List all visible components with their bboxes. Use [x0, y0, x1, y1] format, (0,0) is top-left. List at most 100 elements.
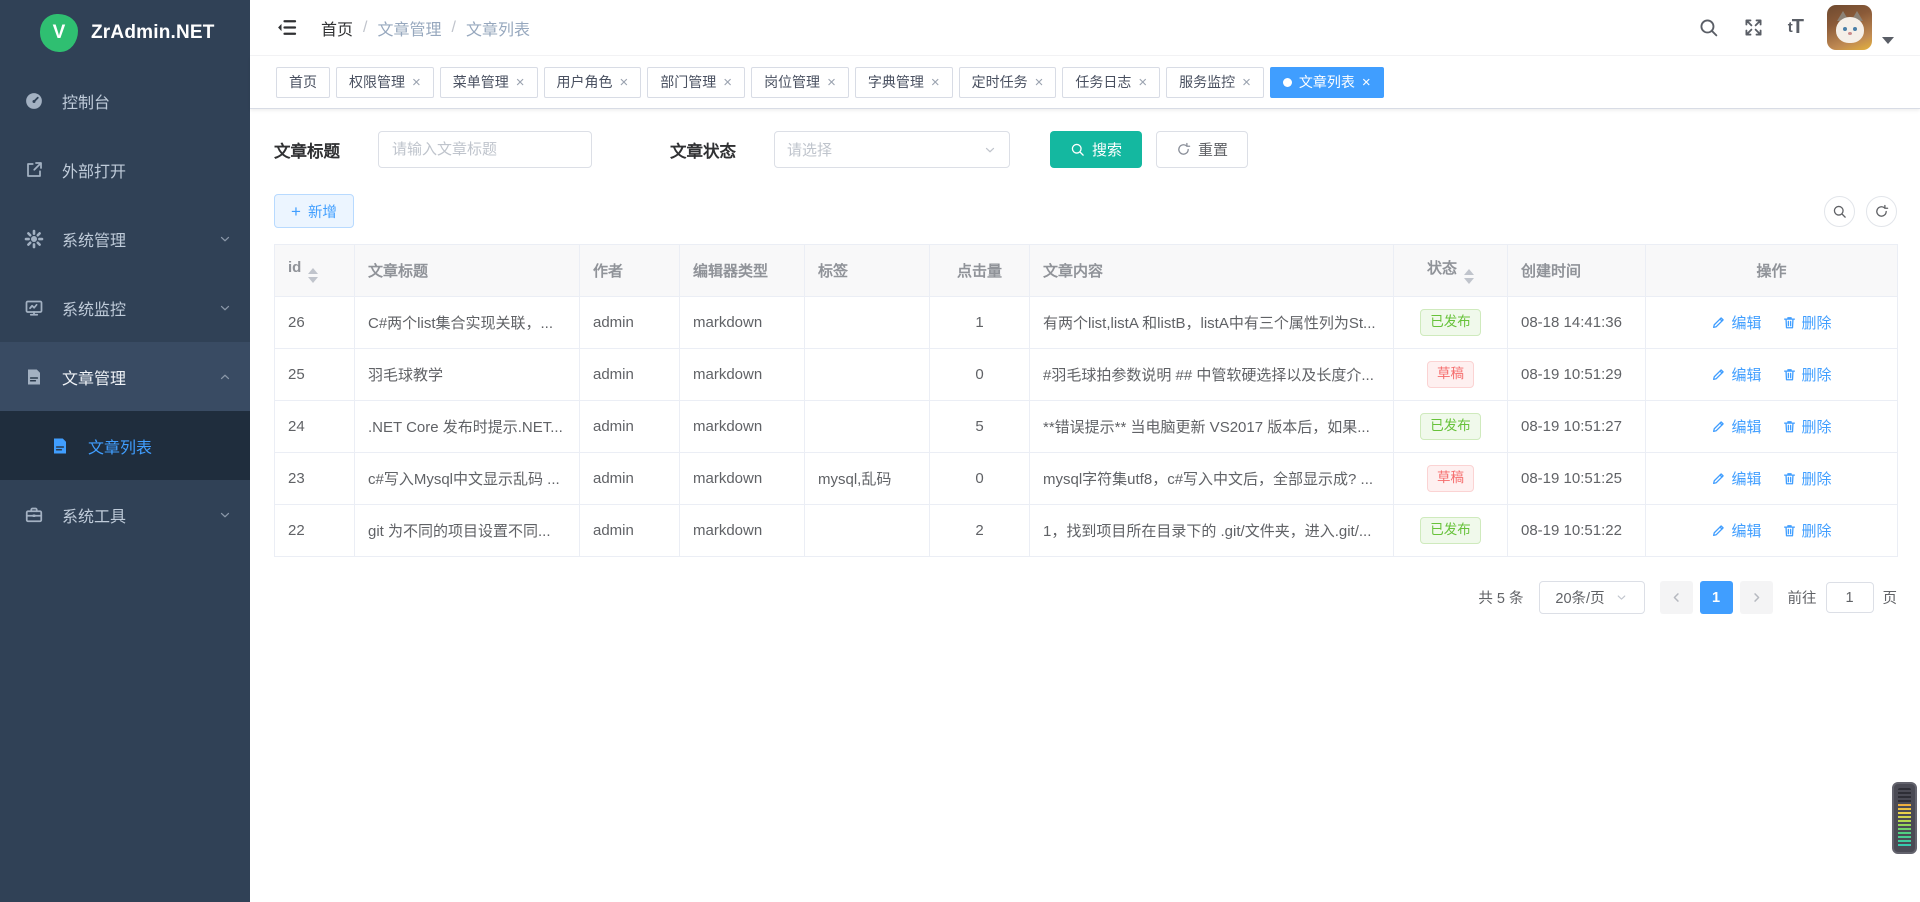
edit-link[interactable]: 编辑 — [1711, 312, 1761, 333]
page-suffix: 页 — [1883, 587, 1898, 608]
prev-page-button[interactable] — [1660, 581, 1693, 614]
tab-任务日志[interactable]: 任务日志× — [1062, 67, 1160, 98]
title-filter-input[interactable] — [378, 131, 592, 168]
dashboard-icon — [24, 91, 44, 111]
cell-tags — [805, 505, 930, 557]
pager: 1 — [1660, 581, 1773, 614]
tab-权限管理[interactable]: 权限管理× — [336, 67, 434, 98]
tab-首页[interactable]: 首页 — [276, 67, 330, 98]
status-filter-select[interactable]: 请选择 — [774, 131, 1010, 168]
document-icon — [24, 367, 44, 387]
delete-link[interactable]: 删除 — [1782, 312, 1832, 333]
sort-carets-icon[interactable] — [308, 268, 318, 283]
cell-id: 25 — [275, 349, 355, 401]
app-logo[interactable]: V ZrAdmin.NET — [0, 0, 250, 66]
user-avatar — [1827, 5, 1872, 50]
sort-carets-icon[interactable] — [1464, 269, 1474, 284]
tab-用户角色[interactable]: 用户角色× — [544, 67, 642, 98]
cell-id: 26 — [275, 297, 355, 349]
close-tab-icon[interactable]: × — [1035, 75, 1044, 90]
delete-link[interactable]: 删除 — [1782, 468, 1832, 489]
tab-服务监控[interactable]: 服务监控× — [1166, 67, 1264, 98]
reset-button[interactable]: 重置 — [1156, 131, 1248, 168]
close-tab-icon[interactable]: × — [1138, 75, 1147, 90]
delete-icon — [1782, 315, 1797, 330]
refresh-icon — [1874, 204, 1889, 219]
tab-菜单管理[interactable]: 菜单管理× — [440, 67, 538, 98]
sidebar-toggle-button[interactable] — [276, 17, 297, 38]
search-icon — [1698, 17, 1719, 38]
column-header-label: 编辑器类型 — [693, 263, 768, 280]
breadcrumb-item[interactable]: 文章管理 — [377, 16, 441, 40]
page-size-select[interactable]: 20条/页 — [1539, 581, 1645, 614]
breadcrumb-item[interactable]: 文章列表 — [466, 16, 530, 40]
table-search-toggle-button[interactable] — [1824, 196, 1855, 227]
sidebar-item-article-admin[interactable]: 文章管理 — [0, 342, 250, 411]
breadcrumb-separator: / — [363, 19, 367, 37]
delete-link[interactable]: 删除 — [1782, 416, 1832, 437]
column-header-文章内容: 文章内容 — [1030, 245, 1394, 297]
cell-editor: markdown — [680, 297, 805, 349]
chevron-left-icon — [1670, 591, 1683, 604]
sidebar-item-article-list[interactable]: 文章列表 — [0, 411, 250, 480]
chevron-down-icon — [218, 301, 232, 315]
sidebar-item-external[interactable]: 外部打开 — [0, 135, 250, 204]
header-search-button[interactable] — [1698, 17, 1719, 38]
search-button[interactable]: 搜索 — [1050, 131, 1142, 168]
column-header-label: 点击量 — [957, 263, 1002, 280]
browser-extension-widget[interactable] — [1892, 782, 1917, 854]
close-tab-icon[interactable]: × — [723, 75, 732, 90]
delete-link[interactable]: 删除 — [1782, 364, 1832, 385]
table-refresh-button[interactable] — [1866, 196, 1897, 227]
cell-created: 08-19 10:51:29 — [1508, 349, 1646, 401]
cell-status: 已发布 — [1394, 401, 1508, 453]
delete-link-label: 删除 — [1802, 468, 1832, 489]
gear-icon — [24, 229, 44, 249]
edit-link[interactable]: 编辑 — [1711, 520, 1761, 541]
fullscreen-button[interactable] — [1743, 17, 1764, 38]
close-tab-icon[interactable]: × — [516, 75, 525, 90]
cell-actions: 编辑删除 — [1646, 401, 1898, 453]
edit-link[interactable]: 编辑 — [1711, 416, 1761, 437]
cell-title: C#两个list集合实现关联，... — [355, 297, 580, 349]
sidebar-item-dashboard[interactable]: 控制台 — [0, 66, 250, 135]
column-header-状态[interactable]: 状态 — [1394, 245, 1508, 297]
column-header-label: 作者 — [593, 263, 623, 280]
tab-文章列表[interactable]: 文章列表× — [1270, 67, 1384, 98]
tab-定时任务[interactable]: 定时任务× — [959, 67, 1057, 98]
close-tab-icon[interactable]: × — [1362, 75, 1371, 90]
cell-author: admin — [580, 349, 680, 401]
add-button[interactable]: + 新增 — [274, 194, 354, 228]
cell-status: 已发布 — [1394, 297, 1508, 349]
close-tab-icon[interactable]: × — [931, 75, 940, 90]
cat-head — [1836, 17, 1864, 43]
font-size-button[interactable]: tT — [1788, 16, 1803, 39]
close-tab-icon[interactable]: × — [1242, 75, 1251, 90]
tab-字典管理[interactable]: 字典管理× — [855, 67, 953, 98]
sidebar-item-system-monitor[interactable]: 系统监控 — [0, 273, 250, 342]
cell-tags — [805, 349, 930, 401]
toolbox-icon — [24, 505, 44, 525]
goto-page: 前往 页 — [1788, 582, 1898, 613]
tabs-bar: 首页权限管理×菜单管理×用户角色×部门管理×岗位管理×字典管理×定时任务×任务日… — [250, 56, 1920, 109]
edit-link[interactable]: 编辑 — [1711, 364, 1761, 385]
column-header-id[interactable]: id — [275, 245, 355, 297]
tab-岗位管理[interactable]: 岗位管理× — [751, 67, 849, 98]
breadcrumb-item[interactable]: 首页 — [321, 16, 353, 40]
tab-部门管理[interactable]: 部门管理× — [647, 67, 745, 98]
sidebar-item-system-tools[interactable]: 系统工具 — [0, 480, 250, 549]
close-tab-icon[interactable]: × — [412, 75, 421, 90]
sidebar-item-system-admin[interactable]: 系统管理 — [0, 204, 250, 273]
close-tab-icon[interactable]: × — [827, 75, 836, 90]
user-menu[interactable] — [1827, 5, 1894, 50]
goto-page-input[interactable] — [1826, 582, 1874, 613]
next-page-button[interactable] — [1740, 581, 1773, 614]
close-tab-icon[interactable]: × — [620, 75, 629, 90]
page-1-button[interactable]: 1 — [1700, 581, 1733, 614]
delete-link[interactable]: 删除 — [1782, 520, 1832, 541]
sidebar-item-label: 控制台 — [62, 89, 232, 113]
extension-widget-stripes — [1898, 788, 1911, 848]
column-header-创建时间: 创建时间 — [1508, 245, 1646, 297]
column-header-点击量: 点击量 — [930, 245, 1030, 297]
edit-link[interactable]: 编辑 — [1711, 468, 1761, 489]
